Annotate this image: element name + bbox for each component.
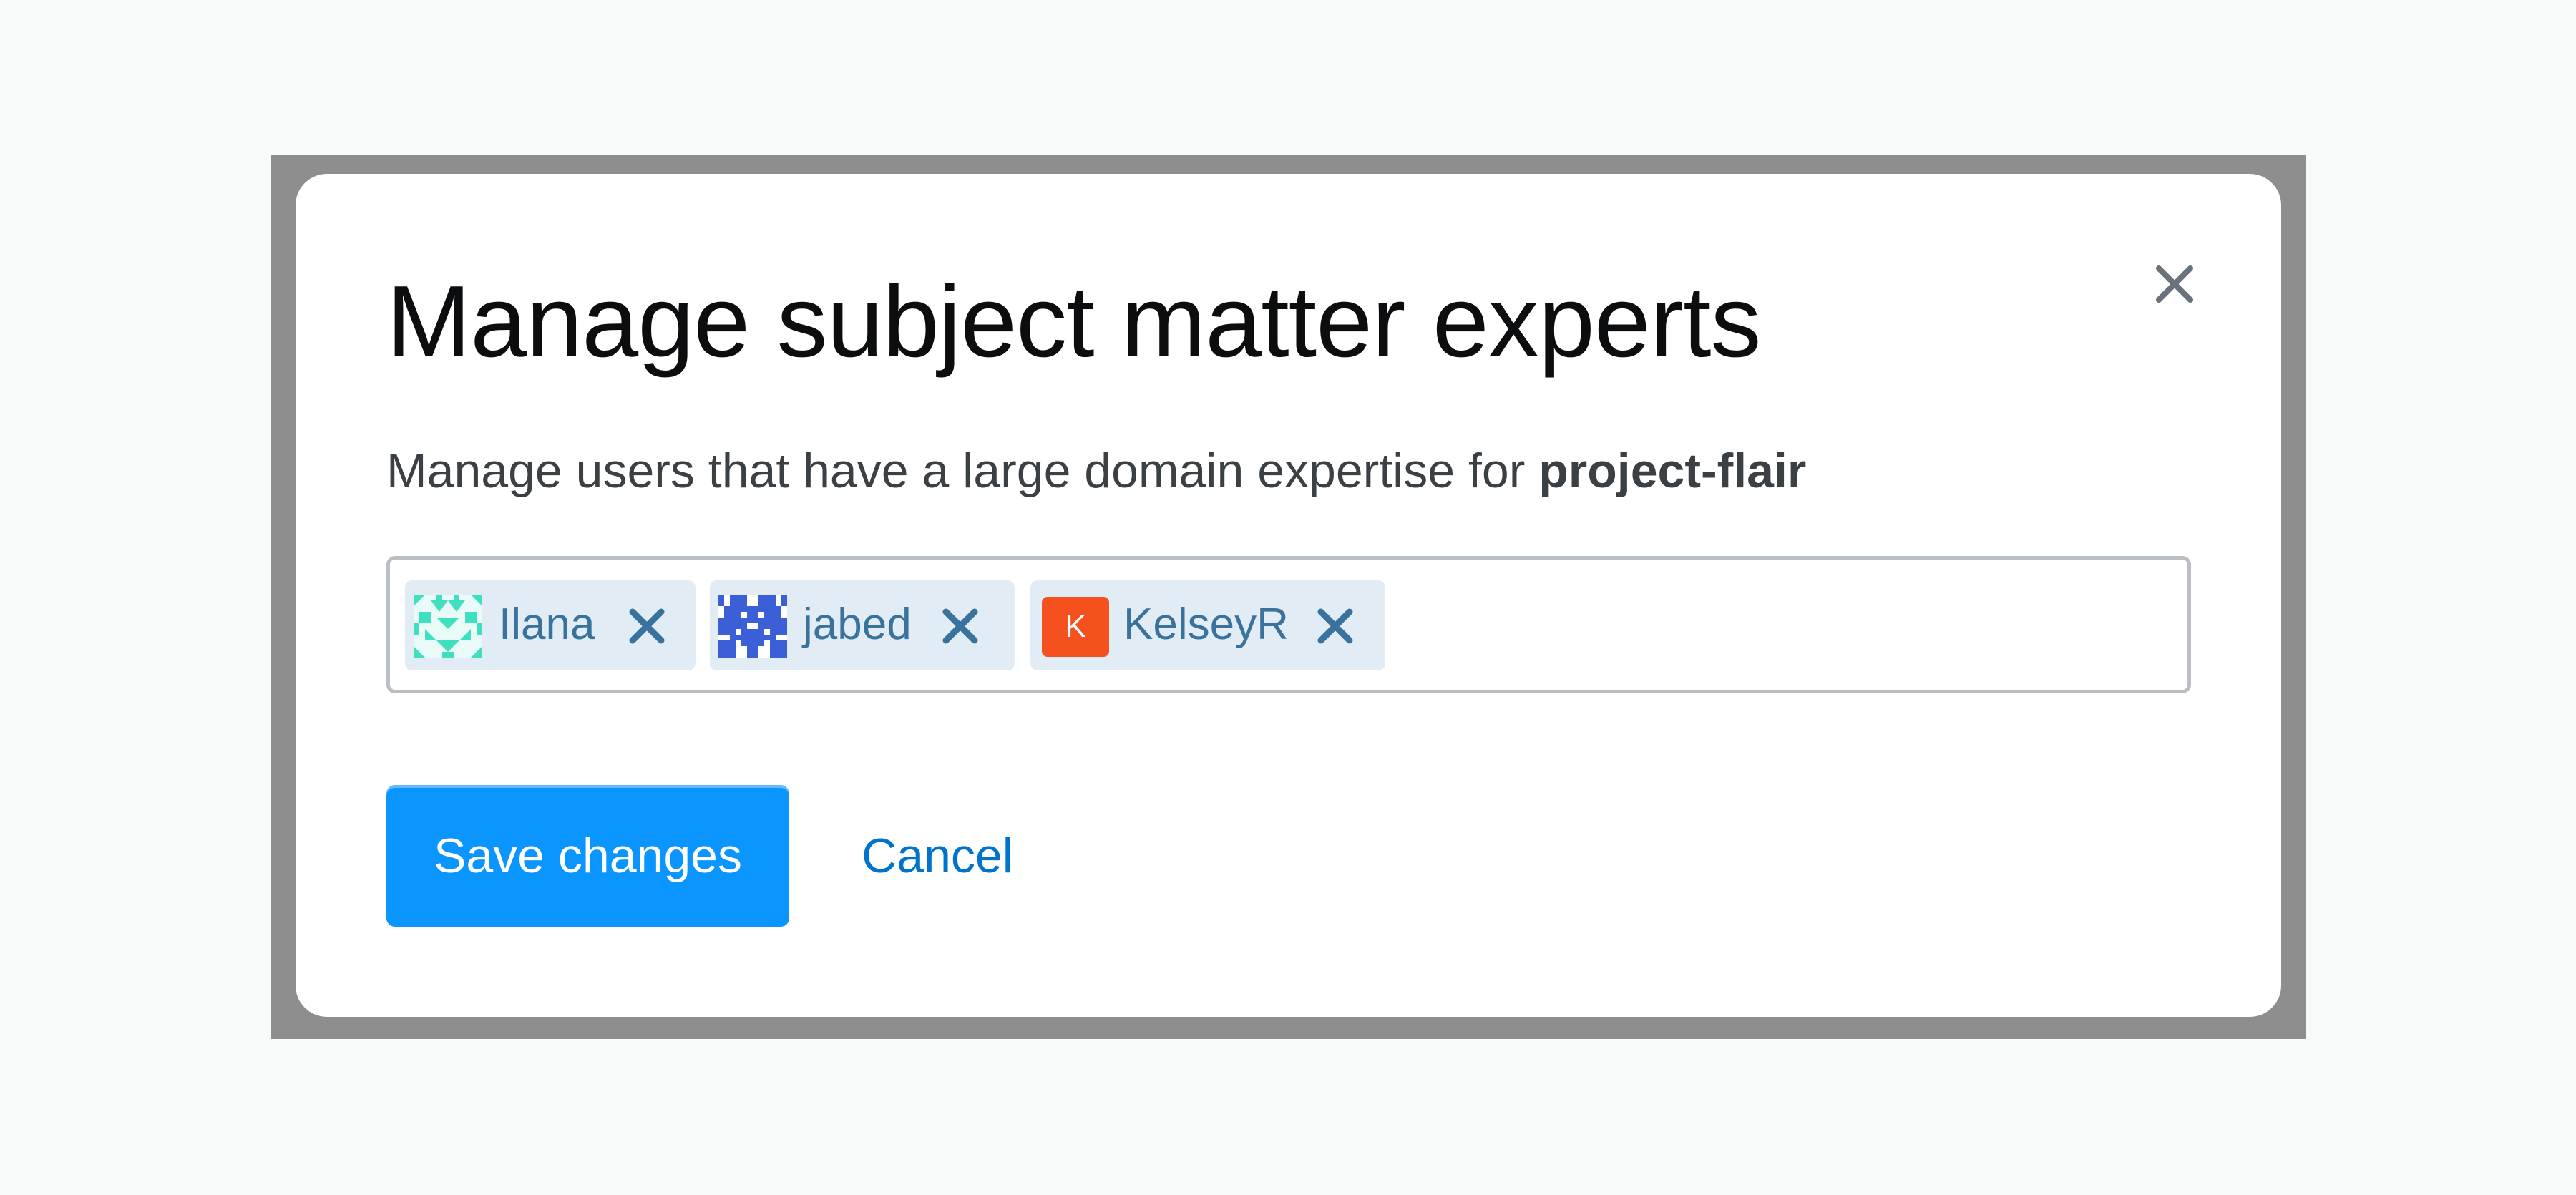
remove-tag-icon[interactable] [625,605,668,648]
expert-name: jabed [803,600,912,649]
expert-tag-ilana: Ilana [405,580,696,670]
expert-name: Ilana [499,600,595,649]
dialog-description: Manage users that have a large domain ex… [386,442,1806,499]
cancel-button[interactable]: Cancel [837,785,1038,927]
expert-name: KelseyR [1123,600,1289,649]
description-text: Manage users that have a large domain ex… [386,444,1539,498]
letter-avatar-icon: K [1042,597,1109,657]
avatar-letter: K [1065,609,1086,644]
remove-tag-icon[interactable] [939,605,982,648]
close-icon [2156,265,2193,303]
save-changes-button[interactable]: Save changes [386,785,789,927]
close-button[interactable] [2147,256,2202,312]
expert-tag-kelseyr: K KelseyR [1030,580,1385,670]
expert-tag-jabed: jabed [710,580,1015,670]
identicon-teal-icon [414,595,482,658]
dialog-title: Manage subject matter experts [386,265,1762,379]
project-name: project-flair [1538,444,1807,498]
identicon-blue-icon [718,595,787,658]
remove-tag-icon[interactable] [1314,605,1357,648]
